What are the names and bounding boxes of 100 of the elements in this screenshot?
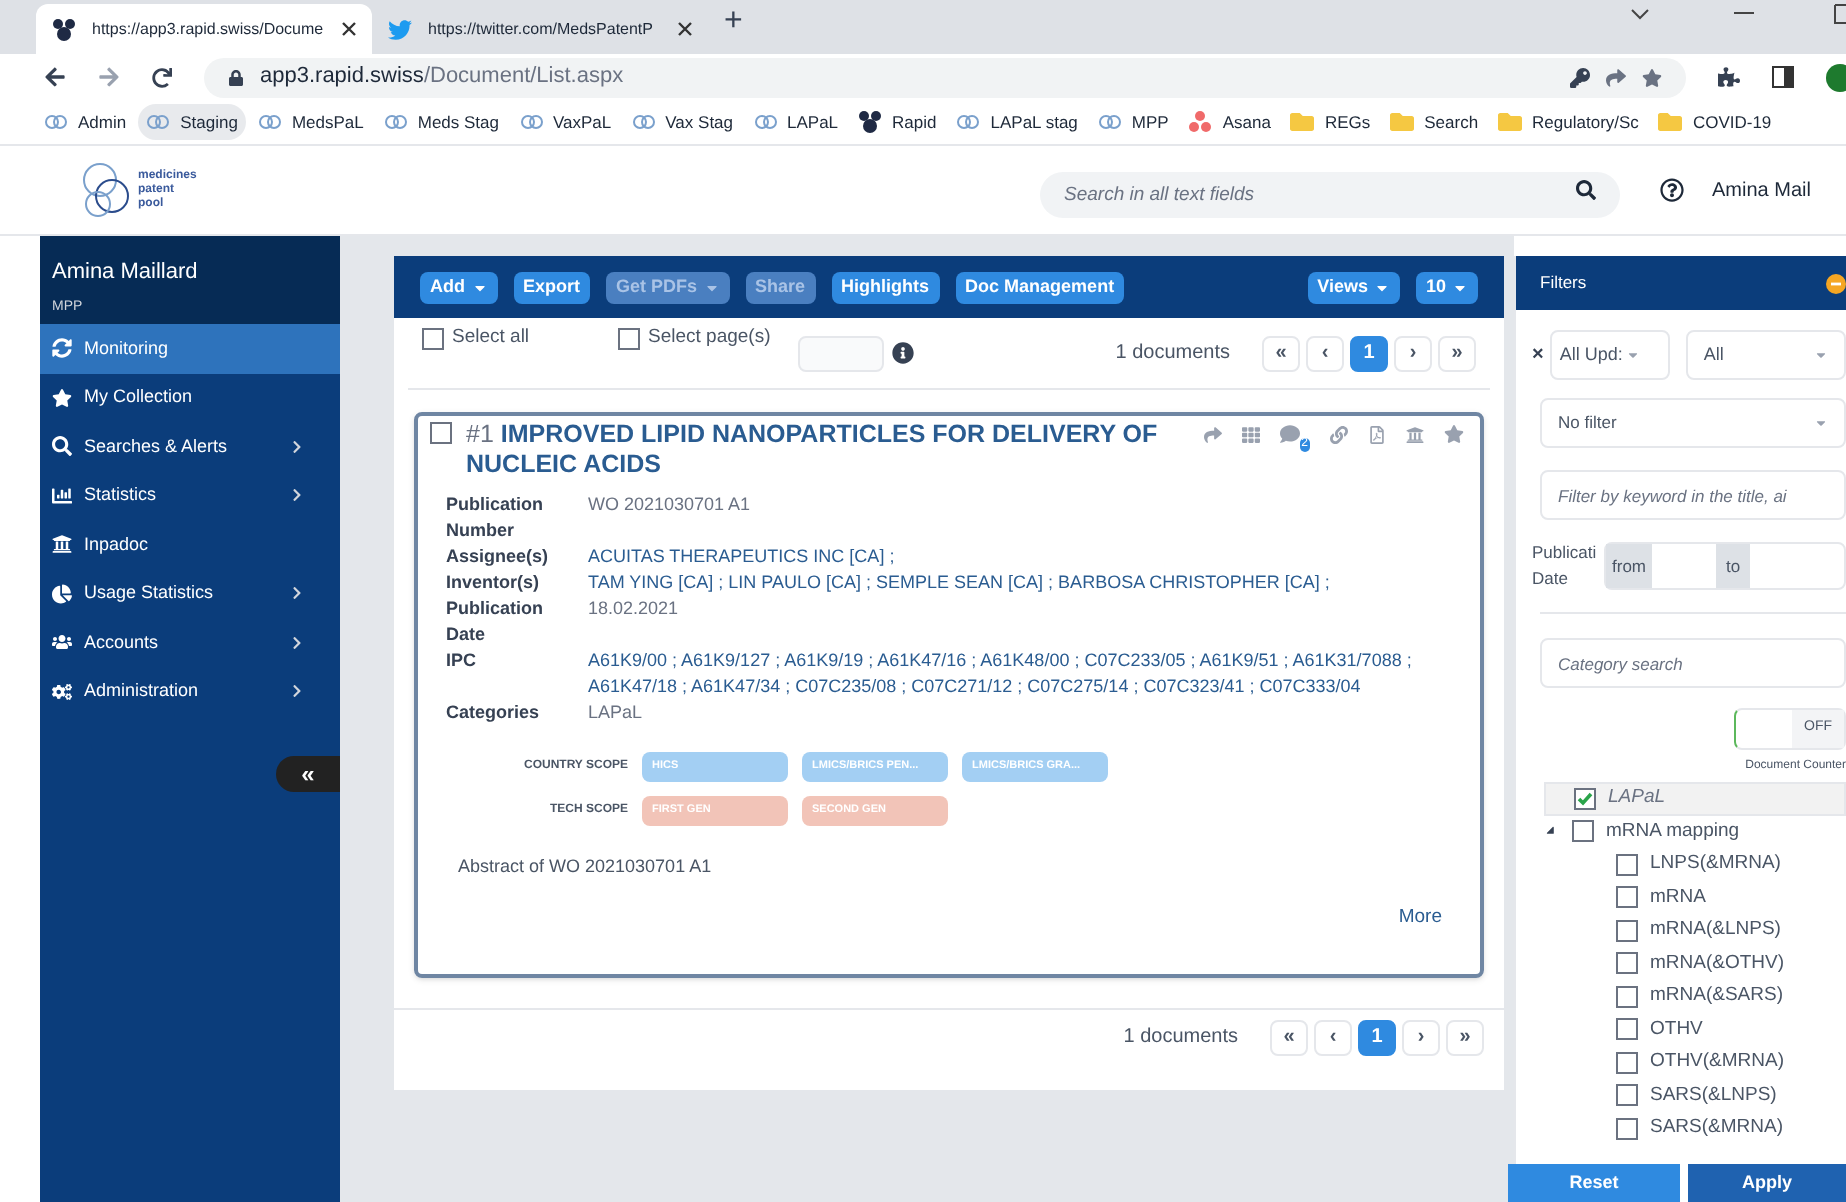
bookmark[interactable]: MPP [1089,104,1177,140]
checkbox[interactable] [1616,952,1638,975]
more-link[interactable]: More [1398,904,1442,933]
scope-select[interactable]: All [1685,330,1846,380]
new-tab-button[interactable]: + [724,0,743,46]
grid-icon[interactable] [1241,425,1260,443]
toolbar-button[interactable]: 10 [1415,271,1478,303]
tree-row[interactable]: mRNA(&LNPS) [1544,914,1846,947]
page-input[interactable] [798,335,884,371]
page-button[interactable]: 1 [1358,1019,1396,1055]
bookmark[interactable]: REGs [1282,104,1379,140]
bookmark[interactable]: Search [1382,104,1487,140]
reload-icon[interactable] [152,67,172,87]
toolbar-button[interactable]: Highlights [831,271,940,303]
info-icon[interactable] [892,342,914,364]
close-icon[interactable] [678,22,692,36]
tree-row[interactable]: mRNA [1544,881,1846,914]
help-icon[interactable] [1660,178,1684,202]
checkbox[interactable] [618,327,640,350]
toolbar-button[interactable]: Views [1307,271,1400,303]
puzzle-icon[interactable] [1718,66,1740,88]
collapse-icon[interactable] [1826,273,1846,293]
checkbox[interactable] [1616,919,1638,942]
bookmark[interactable]: Vax Stag [623,104,742,140]
page-button[interactable]: 1 [1350,335,1388,371]
bookmark[interactable]: Admin [36,104,135,140]
toolbar-button[interactable]: Add [420,271,497,303]
link-icon[interactable] [1330,425,1348,443]
checkbox[interactable] [1616,1018,1638,1041]
collapse-button[interactable]: « [276,756,340,792]
clear-button[interactable]: × [1532,340,1544,370]
key-icon[interactable] [1570,67,1590,87]
pdf-icon[interactable] [1368,425,1386,443]
share-icon[interactable] [1203,425,1222,443]
nav-item[interactable]: Administration [40,667,340,716]
browser-tab[interactable]: https://twitter.com/MedsPatentP [372,4,708,54]
comment-icon[interactable] [1279,424,1300,444]
page-button[interactable]: ‹ [1314,1019,1352,1055]
page-button[interactable]: » [1438,335,1476,371]
document-title[interactable]: #1 IMPROVED LIPID NANOPARTICLES FOR DELIVERY OF NUCLEIC ACIDS [466,420,1186,480]
minimize-icon[interactable] [1734,12,1754,16]
forward-icon[interactable] [98,66,120,88]
nav-item[interactable]: Usage Statistics [40,569,340,618]
nav-item[interactable]: Statistics [40,471,340,520]
maximize-icon[interactable] [1834,4,1846,24]
user-name[interactable]: Amina Mail [1712,175,1811,205]
apply-button[interactable]: Apply [1688,1164,1846,1202]
update-select[interactable]: All Upd: [1549,330,1670,380]
bookmark[interactable]: LAPaL stag [948,104,1086,140]
bookmark[interactable]: Asana [1180,104,1279,140]
bookmark[interactable]: Staging [138,104,246,140]
page-button[interactable]: » [1446,1019,1484,1055]
page-button[interactable]: ‹ [1306,335,1344,371]
tree-row[interactable]: SARS(&MRNA) [1544,1112,1846,1145]
tree-row[interactable]: mRNA mapping [1544,815,1846,848]
tree-row[interactable]: mRNA(&OTHV) [1544,947,1846,980]
tree-row[interactable]: LNPS(&MRNA) [1544,848,1846,881]
checkbox[interactable] [1616,853,1638,876]
page-button[interactable]: « [1262,335,1300,371]
checkbox[interactable] [1572,820,1594,843]
filter-select[interactable]: No filter [1540,398,1846,448]
back-icon[interactable] [44,66,66,88]
bookmark[interactable]: MedsPaL [249,104,372,140]
landmark-icon[interactable] [1406,425,1424,443]
page-button[interactable]: › [1402,1019,1440,1055]
page-button[interactable]: « [1270,1019,1308,1055]
checkbox[interactable] [1616,1117,1638,1140]
bookmark[interactable]: COVID-19 [1650,104,1780,140]
chevron-down-icon[interactable] [1630,8,1650,20]
field-value[interactable]: TAM YING [CA] ; LIN PAULO [CA] ; SEMPLE SEAN [CA] ; BARBOSA CHRISTOPHER [CA] ; [588,570,1468,596]
bookmark[interactable]: LAPaL [745,104,847,140]
star-outline-icon[interactable] [1642,67,1662,87]
checkbox[interactable] [1616,1084,1638,1107]
tree-row[interactable]: mRNA(&SARS) [1544,980,1846,1013]
star-icon[interactable] [1444,424,1464,444]
bookmark[interactable]: Rapid [850,104,945,140]
tree-row[interactable]: OTHV [1544,1013,1846,1046]
side-panel-icon[interactable] [1772,66,1794,88]
page-button[interactable]: › [1394,335,1432,371]
bookmark[interactable]: VaxPaL [511,104,620,140]
nav-item[interactable]: My Collection [40,373,340,422]
nav-item[interactable]: Monitoring [40,324,340,373]
tree-row[interactable]: LAPaL [1544,782,1846,815]
bookmark[interactable]: Meds Stag [375,104,507,140]
browser-tab[interactable]: https://app3.rapid.swiss/Docume [36,4,372,54]
nav-item[interactable]: Accounts [40,618,340,667]
keyword-field[interactable]: Filter by keyword in the title, ai [1540,470,1846,520]
share-icon[interactable] [1606,67,1626,87]
bookmark[interactable]: Regulatory/Sc [1490,104,1647,140]
checkbox[interactable] [1616,985,1638,1008]
close-icon[interactable] [342,22,356,36]
date-range-field[interactable]: from to [1604,542,1846,590]
checkbox[interactable] [422,327,444,350]
address-bar[interactable]: app3.rapid.swiss/Document/List.aspx [204,57,1686,97]
field-value[interactable]: A61K9/00 ; A61K9/127 ; A61K9/19 ; A61K47/16 ; A61K48/00 ; C07C233/05 ; A61K9/51 ; A61K31/7088 ; A61K47/18 ; A61K47/34 ; C07C235/08 ; C07C271/12 ; C07C275/14 ; C07C323/41 ; C07C333/04 [588,648,1468,700]
checkbox[interactable] [430,422,452,444]
checkbox[interactable] [1616,1051,1638,1074]
search-field[interactable]: Search in all text fields [1040,171,1620,217]
tree-row[interactable]: SARS(&LNPS) [1544,1079,1846,1112]
nav-item[interactable]: Inpadoc [40,520,340,569]
